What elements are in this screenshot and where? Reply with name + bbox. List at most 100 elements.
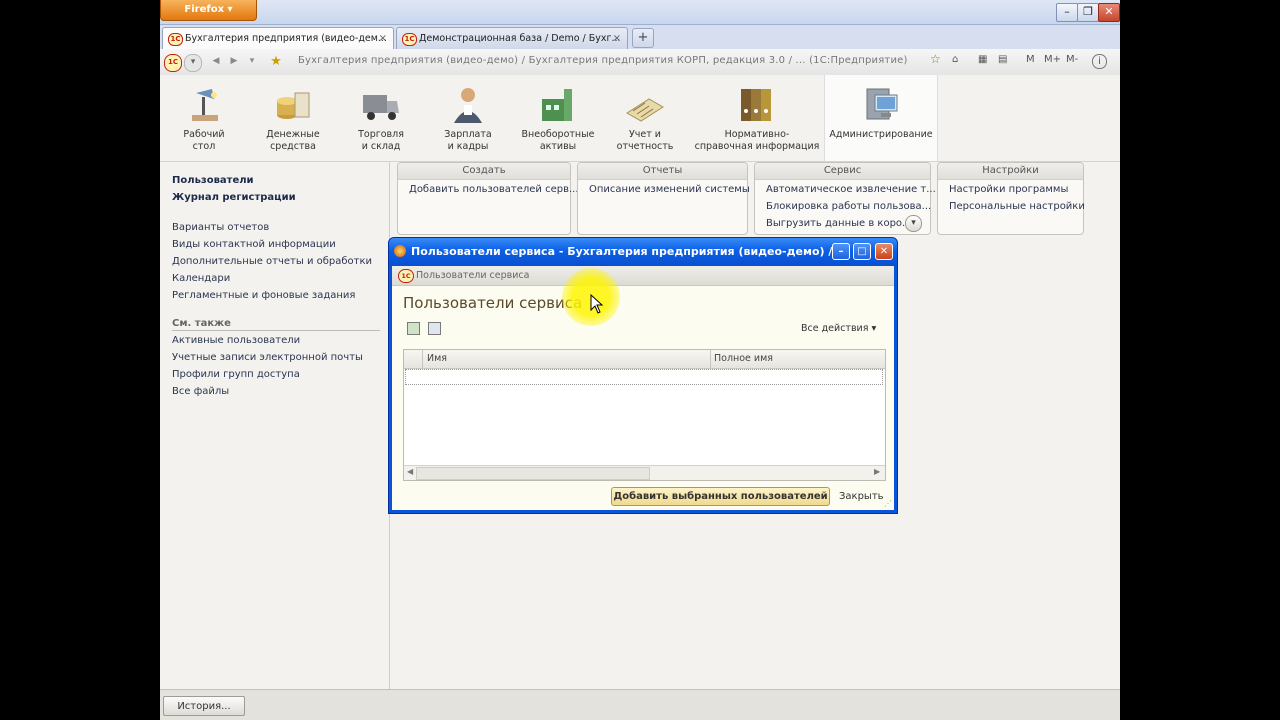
section-desktop[interactable]: Рабочий стол [168,75,240,161]
nav-link-scheduled-jobs[interactable]: Регламентные и фоновые задания [172,290,355,301]
tab-label: Демонстрационная база / Demo / Бухг... [419,33,621,44]
nav-link-contact-info-kinds[interactable]: Виды контактной информации [172,239,336,250]
nav-link-calendars[interactable]: Календари [172,273,230,284]
memory-minus-button[interactable]: M- [1066,54,1078,65]
sections-panel: Рабочий стол Денежные средства Торговля … [160,75,1120,162]
nav-link-additional-reports[interactable]: Дополнительные отчеты и обработки [172,256,372,267]
add-selected-users-button[interactable]: Добавить выбранных пользователей [611,487,830,506]
tab-close-icon[interactable]: × [379,28,387,49]
section-label: Внеоборотные [521,129,595,140]
command-personal-settings[interactable]: Персональные настройки [949,201,1085,212]
group-create: Создать Добавить пользователей серв... [397,162,579,235]
coins-icon [273,85,313,125]
command-program-settings[interactable]: Настройки программы [949,184,1068,195]
resize-grip-icon[interactable]: ⋰ [884,499,892,508]
mouse-pointer-icon [590,294,604,314]
minimize-icon[interactable]: – [832,243,850,260]
calendar-icon[interactable]: ▤ [998,54,1007,65]
restore-icon[interactable]: ❐ [1077,3,1099,22]
expand-more-icon[interactable]: ▾ [905,215,922,232]
tab-demo-base[interactable]: 1С Демонстрационная база / Demo / Бухг..… [396,27,628,49]
nav-link-email-accounts[interactable]: Учетные записи электронной почты [172,352,363,363]
group-settings: Настройки Настройки программы Персональн… [937,162,1085,235]
table-row[interactable] [405,369,883,385]
nav-link-report-variants[interactable]: Варианты отчетов [172,222,269,233]
back-icon[interactable]: ◀ [208,54,224,70]
memory-plus-button[interactable]: M+ [1044,54,1061,65]
column-name[interactable]: Имя [427,353,447,364]
history-button[interactable]: История... [163,696,245,716]
server-icon [861,85,901,125]
window-caption: Бухгалтерия предприятия (видео-демо) / Б… [298,55,908,66]
command-auto-extract[interactable]: Автоматическое извлечение т... [766,184,936,195]
group-service: Сервис Автоматическое извлечение т... Бл… [754,162,936,235]
section-label: стол [192,141,216,152]
command-lock-users[interactable]: Блокировка работы пользова... [766,201,931,212]
all-actions-menu[interactable]: Все действия ▾ [801,323,876,334]
calculator-icon [625,85,665,125]
command-export-data[interactable]: Выгрузить данные в коро... [766,218,912,229]
users-table: Имя Полное имя ◀ ▶ [403,349,886,481]
check-all-icon[interactable] [407,322,420,335]
section-fixed-assets[interactable]: Внеоборотные активы [518,75,598,161]
memory-button[interactable]: M [1026,54,1035,65]
nav-link-users[interactable]: Пользователи [172,175,254,186]
forward-icon[interactable]: ▶ [226,54,242,70]
bookmark-star-icon[interactable]: ☆ [930,52,941,66]
tab-accounting[interactable]: 1С Бухгалтерия предприятия (видео-дем...… [162,27,394,50]
section-label: Зарплата [444,129,492,140]
section-label: отчетность [616,141,674,152]
dialog-subheader-title: Пользователи сервиса [416,270,530,281]
1c-logo-icon: 1С [398,269,414,283]
tab-strip: 1С Бухгалтерия предприятия (видео-дем...… [160,25,1120,50]
section-accounting[interactable]: Учет и отчетность [610,75,680,161]
divider [172,330,380,331]
minimize-icon[interactable]: – [1056,3,1078,22]
close-icon[interactable]: ✕ [1098,3,1120,22]
section-trade[interactable]: Торговля и склад [346,75,416,161]
favorites-star-icon[interactable]: ★ [268,54,284,70]
dialog-window-title: Пользователи сервиса - Бухгалтерия предп… [411,245,849,258]
close-icon[interactable]: ✕ [875,243,893,260]
binders-icon [737,85,777,125]
scroll-left-icon[interactable]: ◀ [407,467,413,476]
section-administration[interactable]: Администрирование [824,75,938,161]
column-separator [710,350,711,368]
section-salary[interactable]: Зарплата и кадры [432,75,504,161]
nav-link-all-files[interactable]: Все файлы [172,386,229,397]
command-changes-description[interactable]: Описание изменений системы [589,184,750,195]
nav-link-access-profiles[interactable]: Профили групп доступа [172,369,300,380]
new-tab-button[interactable]: + [632,28,654,48]
menu-dropdown-icon[interactable]: ▾ [184,54,202,72]
left-navigation-panel: Пользователи Журнал регистрации Варианты… [160,162,390,689]
nav-link-event-log[interactable]: Журнал регистрации [172,192,296,203]
copy-icon[interactable] [428,322,441,335]
column-full-name[interactable]: Полное имя [714,353,773,364]
see-also-heading: См. также [172,318,231,329]
calculator-icon[interactable]: ▦ [978,54,987,65]
firefox-menu-button[interactable]: Firefox ▾ [160,0,257,21]
dialog-titlebar: Пользователи сервиса - Бухгалтерия предп… [389,238,897,266]
home-icon[interactable]: ⌂ [952,54,958,65]
section-label: Торговля [358,129,404,140]
section-label: Нормативно- [724,129,790,140]
group-title: Настройки [938,163,1083,180]
history-dropdown-icon[interactable]: ▾ [244,54,260,70]
tab-close-icon[interactable]: × [613,28,621,49]
section-label: активы [539,141,577,152]
section-money[interactable]: Денежные средства [256,75,330,161]
maximize-icon[interactable]: □ [853,243,871,260]
section-label: Денежные [266,129,320,140]
info-icon[interactable]: i [1092,54,1107,69]
tab-label: Бухгалтерия предприятия (видео-дем... [185,33,387,44]
nav-link-active-users[interactable]: Активные пользователи [172,335,300,346]
horizontal-scrollbar[interactable]: ◀ ▶ [404,465,885,480]
scroll-thumb[interactable] [416,467,650,480]
scroll-right-icon[interactable]: ▶ [874,467,880,476]
1c-logo-icon: 1С [402,33,417,46]
command-add-service-users[interactable]: Добавить пользователей серв... [409,184,579,195]
section-reference[interactable]: Нормативно- справочная информация [692,75,822,161]
1c-logo-icon[interactable]: 1С [164,54,182,72]
section-label: Администрирование [829,129,933,140]
close-button[interactable]: Закрыть [839,491,884,502]
